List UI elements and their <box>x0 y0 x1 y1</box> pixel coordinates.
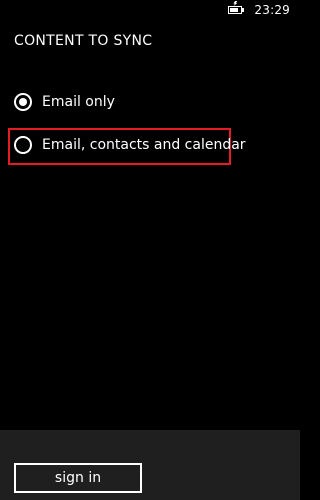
radio-option-email-only[interactable]: Email only <box>14 93 115 111</box>
battery-charging-icon <box>228 1 246 16</box>
status-bar: 23:29 <box>228 0 300 20</box>
radio-button-email-contacts-calendar[interactable] <box>14 136 32 154</box>
clock: 23:29 <box>254 3 290 17</box>
sign-in-button[interactable]: sign in <box>14 463 142 493</box>
radio-button-email-only[interactable] <box>14 93 32 111</box>
radio-option-email-contacts-calendar[interactable]: Email, contacts and calendar <box>14 136 246 154</box>
page-title: CONTENT TO SYNC <box>14 33 153 49</box>
app-bar: sign in <box>0 430 300 500</box>
radio-label-email-contacts-calendar: Email, contacts and calendar <box>42 137 246 153</box>
radio-label-email-only: Email only <box>42 94 115 110</box>
battery-level-fill <box>230 8 239 12</box>
